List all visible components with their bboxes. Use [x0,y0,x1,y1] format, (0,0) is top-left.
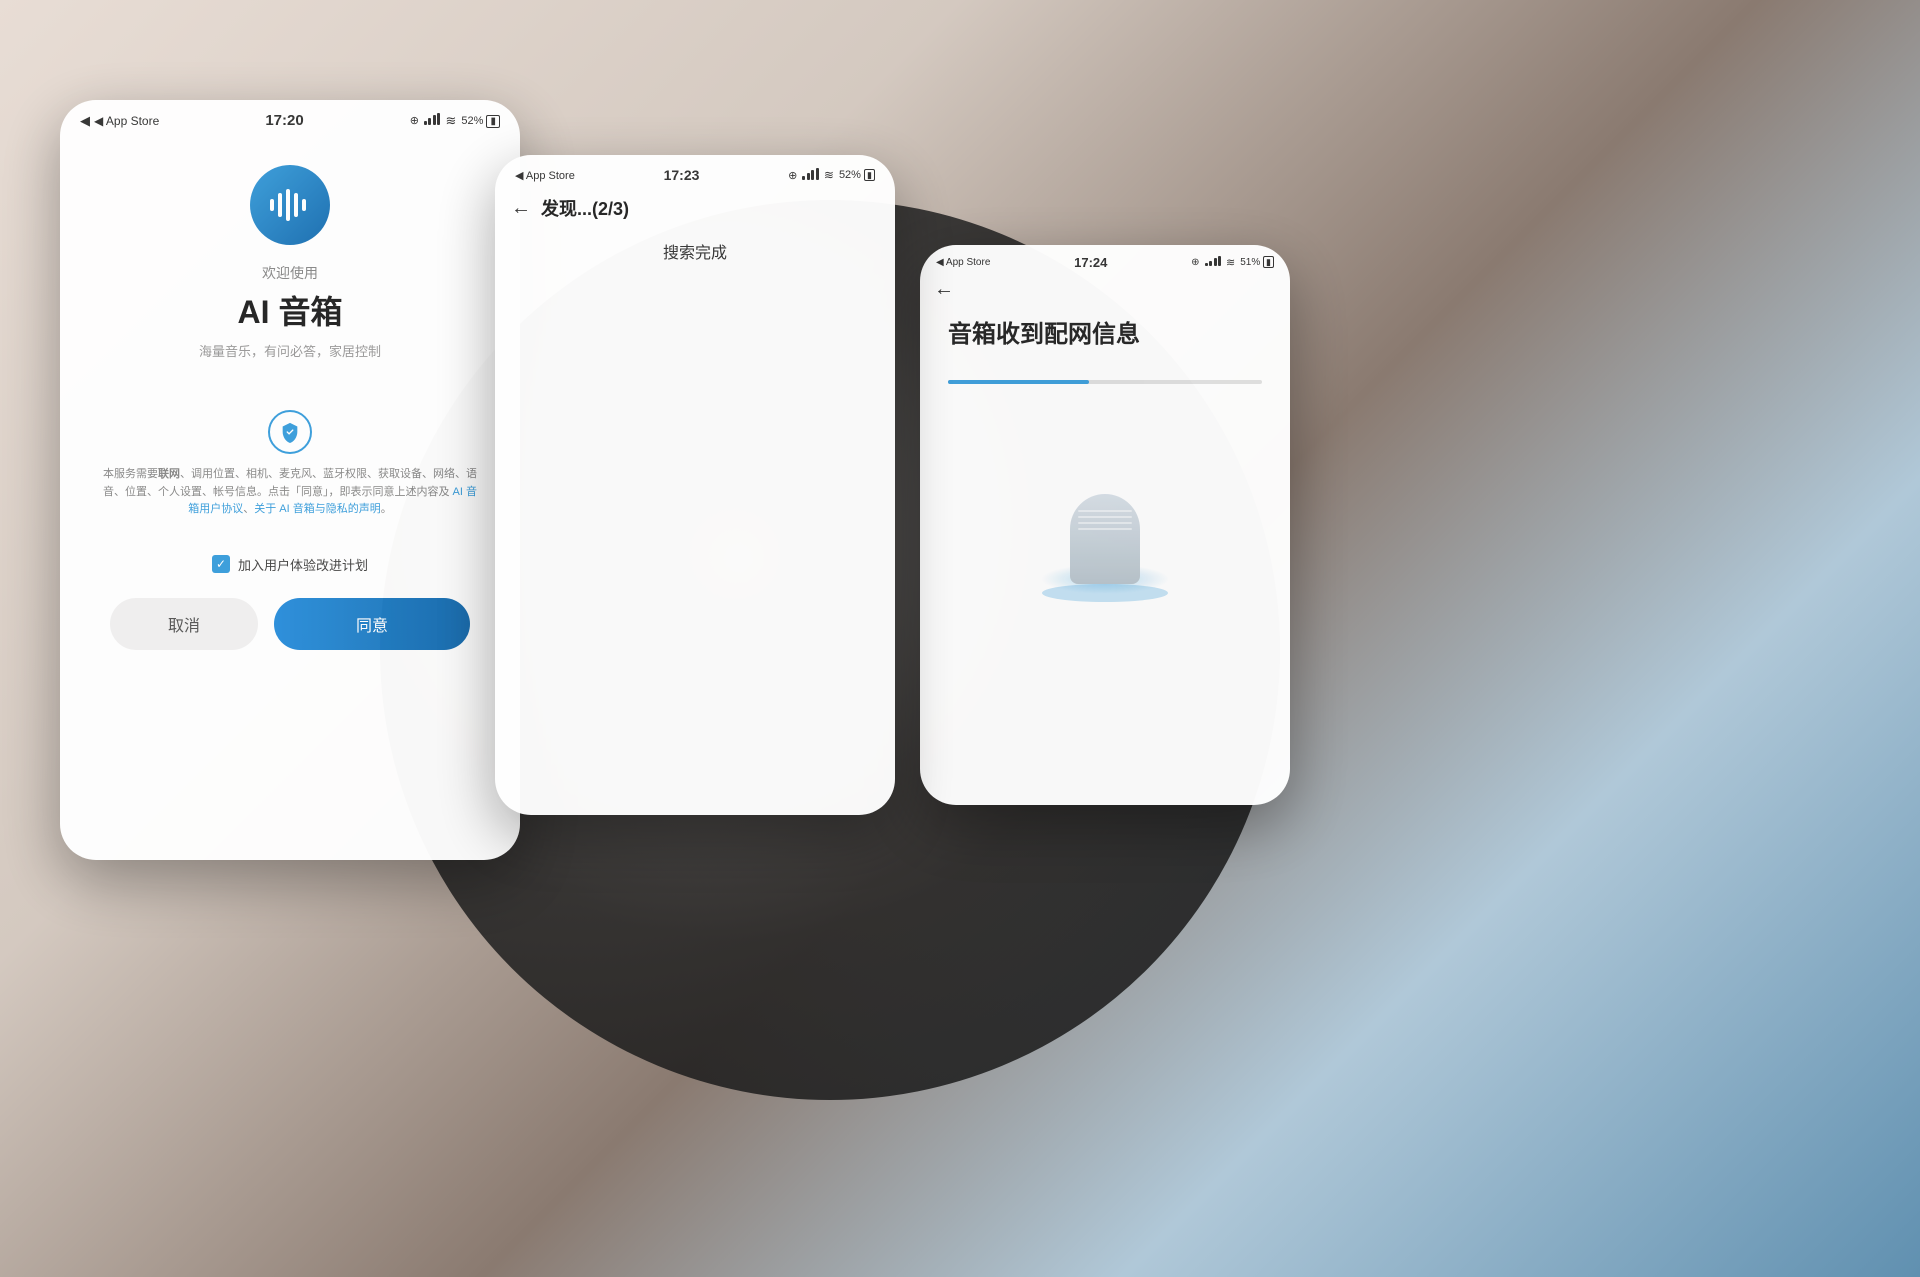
phone-screen-1: ◀ ◀ App Store 17:20 ⊕ ≋ 52% ▮ [60,100,520,860]
welcome-text: 欢迎使用 [262,263,318,283]
speaker-illustration-3 [948,424,1262,584]
status-icons-2: ⊕ ≋ 52% ▮ [788,168,875,183]
app-store-label-1: ◀ App Store [94,114,159,128]
back-indicator-1: ◀ [80,113,90,129]
phone3-content: 音箱收到配网信息 [920,309,1290,805]
back-button-2[interactable]: ← [511,197,531,220]
button-row: 取消 同意 [90,598,490,650]
app-store-label-3: ◀ App Store [936,257,990,268]
signal-icon-3 [1205,256,1222,269]
progress-fill [948,380,1089,384]
config-title: 音箱收到配网信息 [948,319,1262,350]
app-store-label-2: ◀ App Store [515,169,575,182]
battery-2: 52% ▮ [839,169,875,181]
status-left-1: ◀ ◀ App Store [80,113,159,129]
battery-3: 51% ▮ [1240,257,1274,268]
shield-icon [268,410,312,454]
battery-1: 52% ▮ [461,115,500,127]
app-icon [250,165,330,245]
app-title: AI 音箱 [238,287,343,333]
privacy-section: 本服务需要联网、调用位置、相机、麦克风、蓝牙权限、获取设备、网络、语音、位置、个… [90,410,490,519]
status-icons-3: ⊕ ≋ 51% ▮ [1191,256,1274,269]
search-complete: 搜索完成 [495,239,895,815]
time-2: 17:23 [664,167,700,183]
location-icon-1: ⊕ [410,114,419,127]
speaker-body-3 [1070,494,1140,584]
cancel-button[interactable]: 取消 [110,598,258,650]
privacy-link[interactable]: 关于 AI 音箱与隐私的声明 [254,503,381,515]
time-1: 17:20 [265,112,303,129]
wifi-icon-3: ≋ [1226,256,1235,269]
signal-icon-1 [424,113,441,128]
status-bar-1: ◀ ◀ App Store 17:20 ⊕ ≋ 52% ▮ [60,100,520,135]
checkbox[interactable] [212,555,230,573]
phone-screen-3: ◀ App Store 17:24 ⊕ ≋ 51% ▮ ← 音箱收到配网信息 [920,245,1290,805]
wifi-icon-2: ≋ [824,168,834,182]
agree-button[interactable]: 同意 [274,598,470,650]
nav-title-2: 发现...(2/3) [541,195,629,221]
status-icons-1: ⊕ ≋ 52% ▮ [410,113,500,129]
checkbox-row[interactable]: 加入用户体验改进计划 [212,555,368,574]
clock-icon-2: ⊕ [788,169,797,182]
status-bar-2: ◀ App Store 17:23 ⊕ ≋ 52% ▮ [495,155,895,189]
back-button-3[interactable]: ← [934,278,954,301]
status-bar-3: ◀ App Store 17:24 ⊕ ≋ 51% ▮ [920,245,1290,274]
privacy-text: 本服务需要联网、调用位置、相机、麦克风、蓝牙权限、获取设备、网络、语音、位置、个… [90,466,490,519]
phone1-content: 欢迎使用 AI 音箱 海量音乐，有问必答，家居控制 本服务需要联网、调用位置、相… [60,135,520,650]
clock-icon-3: ⊕ [1191,257,1199,268]
wifi-icon-1: ≋ [445,113,456,129]
progress-bar [948,380,1262,384]
nav-bar-3: ← [920,274,1290,309]
time-3: 17:24 [1074,255,1107,270]
checkbox-label: 加入用户体验改进计划 [238,555,368,574]
nav-bar-2: ← 发现...(2/3) [495,189,895,231]
app-subtitle: 海量音乐，有问必答，家居控制 [199,341,381,360]
signal-icon-2 [802,168,819,183]
phone-screen-2: ◀ App Store 17:23 ⊕ ≋ 52% ▮ ← 发现...(2/3)… [495,155,895,815]
